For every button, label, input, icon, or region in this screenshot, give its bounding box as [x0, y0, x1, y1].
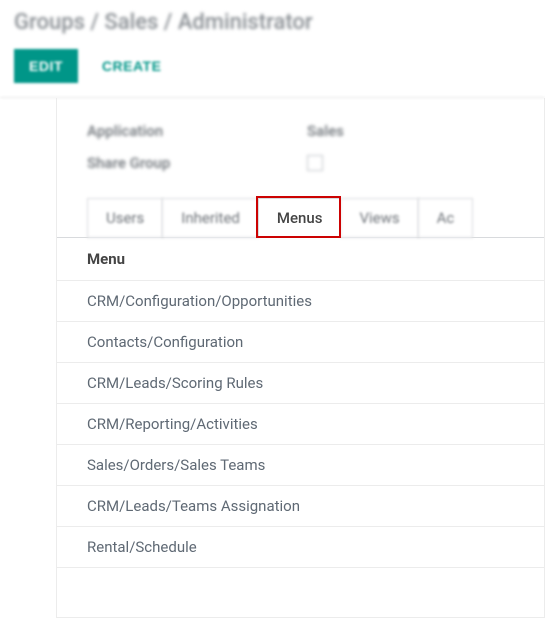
application-value: Sales: [307, 122, 344, 140]
create-button[interactable]: CREATE: [102, 58, 162, 74]
tab-content: Menu CRM/Configuration/Opportunities Con…: [57, 237, 544, 568]
application-label: Application: [87, 122, 307, 140]
form-sheet: Application Sales Share Group Users Inhe…: [56, 98, 545, 618]
edit-button[interactable]: EDIT: [14, 49, 78, 83]
tab-users[interactable]: Users: [87, 198, 163, 238]
table-row[interactable]: Contacts/Configuration: [57, 322, 544, 363]
share-group-label: Share Group: [87, 154, 307, 172]
table-row[interactable]: CRM/Leads/Scoring Rules: [57, 363, 544, 404]
tab-menus[interactable]: Menus: [258, 198, 342, 238]
table-row[interactable]: Rental/Schedule: [57, 527, 544, 568]
table-row[interactable]: CRM/Leads/Teams Assignation: [57, 486, 544, 527]
table-row[interactable]: CRM/Reporting/Activities: [57, 404, 544, 445]
tab-inherited[interactable]: Inherited: [162, 198, 259, 238]
menu-column-header: Menu: [57, 238, 544, 281]
table-row[interactable]: Sales/Orders/Sales Teams: [57, 445, 544, 486]
tab-access[interactable]: Ac: [418, 198, 474, 238]
tab-views[interactable]: Views: [340, 198, 418, 238]
tabs: Users Inherited Menus Views Ac: [57, 198, 544, 238]
share-group-checkbox[interactable]: [307, 155, 323, 171]
breadcrumb[interactable]: Groups / Sales / Administrator: [14, 10, 531, 35]
table-row[interactable]: CRM/Configuration/Opportunities: [57, 281, 544, 322]
